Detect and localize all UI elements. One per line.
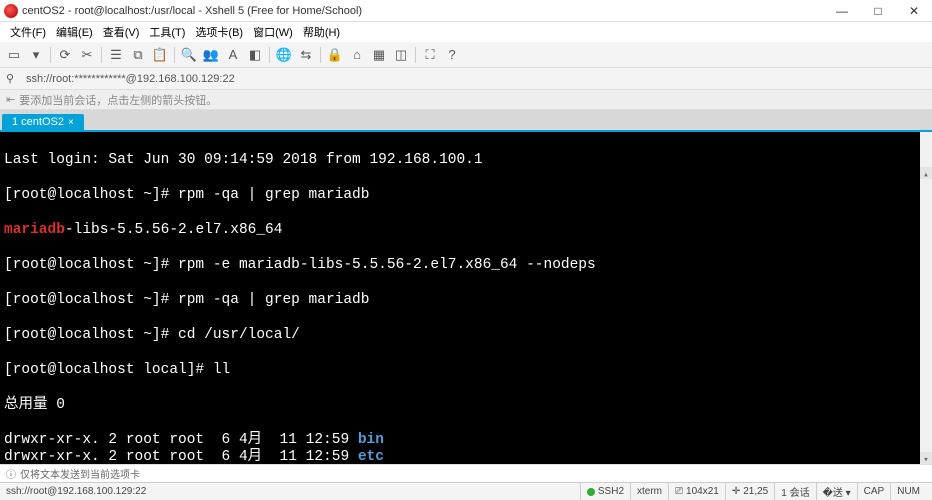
separator: [50, 47, 51, 63]
menu-file[interactable]: 文件(F): [6, 24, 50, 40]
terminal-line: mariadb-libs-5.5.56-2.el7.x86_64: [4, 222, 928, 240]
tab-session-1[interactable]: 1 centOS2 ×: [2, 114, 84, 130]
status-ssh: SSH2: [580, 483, 630, 500]
status-sessions: 1 会话: [774, 483, 815, 500]
bottom-hint-text: 仅将文本发送到当前选项卡: [20, 466, 140, 481]
statusbar: ssh://root@192.168.100.129:22 SSH2 xterm…: [0, 482, 932, 500]
paste-icon[interactable]: 📋: [152, 47, 168, 63]
toolbar: ▭ ▾ ⟳ ✂ ☰ ⧉ 📋 🔍 👥 A ◧ 🌐 ⇆ 🔒 ⌂ ▦ ◫ ⛶ ?: [0, 42, 932, 68]
separator: [415, 47, 416, 63]
font-icon[interactable]: A: [225, 47, 241, 63]
terminal-line: [root@localhost ~]# cd /usr/local/: [4, 327, 928, 345]
terminal-line: [root@localhost ~]# rpm -qa | grep maria…: [4, 292, 928, 310]
ls-perm: drwxr-xr-x. 2 root root 6 4月 11 12:59: [4, 432, 358, 448]
menu-options[interactable]: 选项卡(B): [191, 24, 247, 40]
separator: [269, 47, 270, 63]
separator: [101, 47, 102, 63]
scrollbar-vertical[interactable]: ▴ ▾: [920, 132, 932, 464]
titlebar: centOS2 - root@localhost:/usr/local - Xs…: [0, 0, 932, 22]
tile-icon[interactable]: ▦: [371, 47, 387, 63]
help-icon[interactable]: ?: [444, 47, 460, 63]
new-session-icon[interactable]: ▭: [6, 47, 22, 63]
maximize-button[interactable]: □: [864, 4, 892, 18]
hint-text: 要添加当前会话，点击左侧的箭头按钮。: [19, 92, 217, 108]
app-icon: [4, 4, 18, 18]
arrow-left-icon[interactable]: ⇤: [6, 93, 15, 106]
status-cap: CAP: [857, 483, 891, 500]
ls-dirname: bin: [358, 432, 384, 448]
menubar: 文件(F) 编辑(E) 查看(V) 工具(T) 选项卡(B) 窗口(W) 帮助(…: [0, 22, 932, 42]
window-title: centOS2 - root@localhost:/usr/local - Xs…: [22, 5, 828, 17]
key-icon[interactable]: ⌂: [349, 47, 365, 63]
window-controls: — □ ✕: [828, 4, 928, 18]
ls-perm: drwxr-xr-x. 2 root root 6 4月 11 12:59: [4, 449, 358, 464]
status-connection: ssh://root@192.168.100.129:22: [6, 486, 580, 497]
color-icon[interactable]: ◧: [247, 47, 263, 63]
folder-icon[interactable]: ▾: [28, 47, 44, 63]
status-term: xterm: [630, 483, 668, 500]
scroll-track[interactable]: [920, 144, 932, 452]
cascade-icon[interactable]: ◫: [393, 47, 409, 63]
terminal-line: 总用量 0: [4, 397, 928, 415]
status-conn-icon: �送 ▾: [816, 483, 857, 500]
separator: [174, 47, 175, 63]
minimize-button[interactable]: —: [828, 4, 856, 18]
menu-window[interactable]: 窗口(W): [249, 24, 297, 40]
users-icon[interactable]: 👥: [203, 47, 219, 63]
reconnect-icon[interactable]: ⟳: [57, 47, 73, 63]
globe-icon[interactable]: 🌐: [276, 47, 292, 63]
terminal[interactable]: Last login: Sat Jun 30 09:14:59 2018 fro…: [0, 130, 932, 464]
ls-row: drwxr-xr-x. 2 root root 6 4月 11 12:59 et…: [4, 449, 928, 464]
menu-tools[interactable]: 工具(T): [145, 24, 189, 40]
ls-listing: drwxr-xr-x. 2 root root 6 4月 11 12:59 bi…: [4, 432, 928, 465]
tab-label: 1 centOS2: [12, 116, 64, 128]
hintbar: ⇤ 要添加当前会话，点击左侧的箭头按钮。: [0, 90, 932, 110]
terminal-line: [root@localhost local]# ll: [4, 362, 928, 380]
bottombar: ⓘ 仅将文本发送到当前选项卡: [0, 464, 932, 482]
separator: [320, 47, 321, 63]
status-dot-icon: [587, 488, 595, 496]
copy-icon[interactable]: ⧉: [130, 47, 146, 63]
terminal-line: Last login: Sat Jun 30 09:14:59 2018 fro…: [4, 152, 928, 170]
search-icon[interactable]: 🔍: [181, 47, 197, 63]
scroll-down-icon[interactable]: ▾: [920, 452, 932, 464]
address-text[interactable]: ssh://root:************@192.168.100.129:…: [26, 73, 235, 85]
ls-row: drwxr-xr-x. 2 root root 6 4月 11 12:59 bi…: [4, 432, 928, 450]
addressbar: ⚲ ssh://root:************@192.168.100.12…: [0, 68, 932, 90]
menu-edit[interactable]: 编辑(E): [52, 24, 97, 40]
menu-view[interactable]: 查看(V): [99, 24, 144, 40]
terminal-line: [root@localhost ~]# rpm -e mariadb-libs-…: [4, 257, 928, 275]
close-button[interactable]: ✕: [900, 4, 928, 18]
status-pos: ✛ 21,25: [725, 483, 774, 500]
info-icon: ⓘ: [6, 466, 16, 481]
terminal-line: [root@localhost ~]# rpm -qa | grep maria…: [4, 187, 928, 205]
fullscreen-icon[interactable]: ⛶: [422, 47, 438, 63]
status-size: ⎚ 104x21: [668, 483, 725, 500]
menu-help[interactable]: 帮助(H): [299, 24, 344, 40]
link-icon: ⚲: [6, 72, 20, 85]
tabbar: 1 centOS2 ×: [0, 110, 932, 130]
lock-icon[interactable]: 🔒: [327, 47, 343, 63]
tab-close-icon[interactable]: ×: [68, 117, 74, 128]
properties-icon[interactable]: ☰: [108, 47, 124, 63]
tunnel-icon[interactable]: ⇆: [298, 47, 314, 63]
disconnect-icon[interactable]: ✂: [79, 47, 95, 63]
status-num: NUM: [890, 483, 926, 500]
ls-dirname: etc: [358, 449, 384, 464]
